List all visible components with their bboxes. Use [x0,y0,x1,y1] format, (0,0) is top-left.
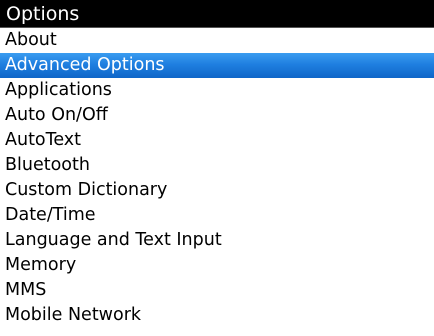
menu-item-applications[interactable]: Applications [0,78,434,103]
menu-item-custom-dictionary[interactable]: Custom Dictionary [0,178,434,203]
menu-item-advanced-options[interactable]: Advanced Options [0,53,434,78]
menu-item-memory[interactable]: Memory [0,253,434,278]
menu-item-autotext[interactable]: AutoText [0,128,434,153]
options-screen: Options About Advanced Options Applicati… [0,0,434,336]
menu-item-bluetooth[interactable]: Bluetooth [0,153,434,178]
menu-item-mms[interactable]: MMS [0,278,434,303]
menu-item-language-and-text-input[interactable]: Language and Text Input [0,228,434,253]
menu-item-about[interactable]: About [0,28,434,53]
menu-item-auto-on-off[interactable]: Auto On/Off [0,103,434,128]
options-menu: About Advanced Options Applications Auto… [0,28,434,328]
menu-item-date-time[interactable]: Date/Time [0,203,434,228]
menu-item-mobile-network[interactable]: Mobile Network [0,303,434,328]
screen-title: Options [0,0,434,28]
